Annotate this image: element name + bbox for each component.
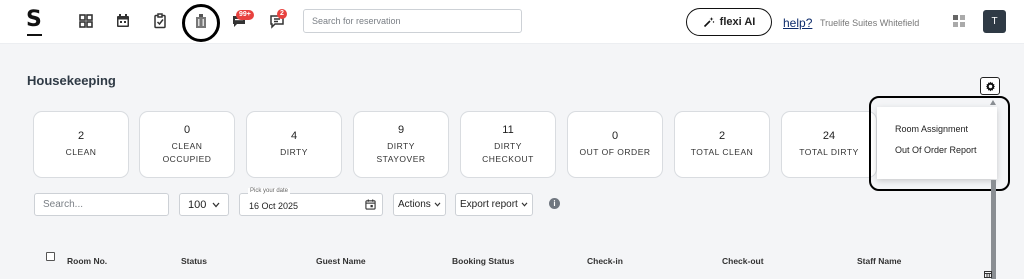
column-header-check-out[interactable]: Check-out xyxy=(722,256,764,266)
summary-card-clean[interactable]: 2 CLEAN xyxy=(33,111,129,178)
column-header-guest-name[interactable]: Guest Name xyxy=(316,256,366,266)
info-icon[interactable]: i xyxy=(549,198,560,209)
date-picker[interactable]: Pick your date 16 Oct 2025 xyxy=(239,188,383,216)
flexi-ai-label: flexi AI xyxy=(719,16,756,28)
table-columns-icon[interactable] xyxy=(984,271,992,278)
table-search-input[interactable]: Search... xyxy=(34,193,169,216)
card-value: 4 xyxy=(290,130,298,142)
card-label-line2: STAYOVER xyxy=(376,153,426,164)
card-label-line2: OCCUPIED xyxy=(162,153,212,164)
apps-grid-icon[interactable] xyxy=(953,15,965,27)
card-label: TOTAL CLEAN xyxy=(690,147,754,157)
summary-card-dirty-stayover[interactable]: 9 DIRTY STAYOVER xyxy=(353,111,449,178)
rows-per-page-select[interactable]: 100 xyxy=(179,193,229,216)
column-header-room-no[interactable]: Room No. xyxy=(67,256,107,266)
message-badge: 2 xyxy=(277,9,287,19)
column-header-booking-status[interactable]: Booking Status xyxy=(452,256,514,266)
card-value: 2 xyxy=(77,130,85,142)
card-value: 0 xyxy=(611,130,619,142)
logo-underline xyxy=(27,34,42,36)
card-label: DIRTY xyxy=(494,140,522,151)
user-avatar[interactable]: T xyxy=(983,10,1006,33)
card-label: DIRTY xyxy=(280,147,308,157)
summary-card-out-of-order[interactable]: 0 OUT OF ORDER xyxy=(567,111,663,178)
card-label: TOTAL DIRTY xyxy=(799,147,859,157)
card-label: CLEAN xyxy=(65,147,97,157)
export-report-dropdown[interactable]: Export report xyxy=(455,193,533,216)
housekeeping-icon[interactable] xyxy=(192,12,210,30)
card-value: 2 xyxy=(718,130,726,142)
summary-card-dirty-checkout[interactable]: 11 DIRTY CHECKOUT xyxy=(460,111,556,178)
card-label-line2: CHECKOUT xyxy=(482,153,534,164)
card-label: CLEAN xyxy=(171,140,203,151)
summary-card-clean-occupied[interactable]: 0 CLEAN OCCUPIED xyxy=(139,111,235,178)
summary-card-total-dirty[interactable]: 24 TOTAL DIRTY xyxy=(781,111,877,178)
select-all-checkbox[interactable] xyxy=(46,252,55,261)
chevron-down-icon xyxy=(521,202,528,207)
actions-label: Actions xyxy=(398,199,431,210)
date-picker-value: 16 Oct 2025 xyxy=(249,201,299,211)
card-label: DIRTY xyxy=(387,140,415,151)
dashboard-icon[interactable] xyxy=(77,12,95,30)
actions-dropdown[interactable]: Actions xyxy=(393,193,446,216)
chevron-down-icon xyxy=(212,202,220,207)
card-label: OUT OF ORDER xyxy=(579,147,651,157)
task-checklist-icon[interactable] xyxy=(151,12,169,30)
page-title: Housekeeping xyxy=(27,73,116,88)
top-bar: S 99+ 2 flexi AI help? Truelife Suites W… xyxy=(0,0,1024,44)
reservation-search-input[interactable] xyxy=(303,9,522,33)
card-value: 24 xyxy=(822,130,836,142)
calendar-icon[interactable] xyxy=(365,199,376,210)
export-report-label: Export report xyxy=(460,199,518,210)
card-value: 11 xyxy=(502,123,514,136)
column-header-staff-name[interactable]: Staff Name xyxy=(857,256,901,266)
column-header-status[interactable]: Status xyxy=(181,256,207,266)
calendar-icon[interactable] xyxy=(114,12,132,30)
card-value: 9 xyxy=(397,123,405,136)
column-header-check-in[interactable]: Check-in xyxy=(587,256,623,266)
card-value: 0 xyxy=(183,123,191,136)
settings-button[interactable] xyxy=(980,77,1000,95)
flexi-ai-button[interactable]: flexi AI xyxy=(686,8,772,36)
menu-highlight-frame xyxy=(869,96,1010,191)
hotel-name: Truelife Suites Whitefield xyxy=(820,18,920,28)
scroll-up-arrow[interactable] xyxy=(990,100,996,105)
rows-per-page-value: 100 xyxy=(188,198,207,211)
summary-card-total-clean[interactable]: 2 TOTAL CLEAN xyxy=(674,111,770,178)
chevron-down-icon xyxy=(434,202,441,207)
magic-wand-icon xyxy=(703,17,714,28)
logo[interactable]: S xyxy=(26,9,42,31)
help-link[interactable]: help? xyxy=(783,16,812,30)
scrollbar-thumb[interactable] xyxy=(991,180,996,279)
summary-card-dirty[interactable]: 4 DIRTY xyxy=(246,111,342,178)
date-picker-label: Pick your date xyxy=(248,188,291,194)
chat-badge: 99+ xyxy=(236,10,254,20)
gear-icon xyxy=(985,81,995,91)
